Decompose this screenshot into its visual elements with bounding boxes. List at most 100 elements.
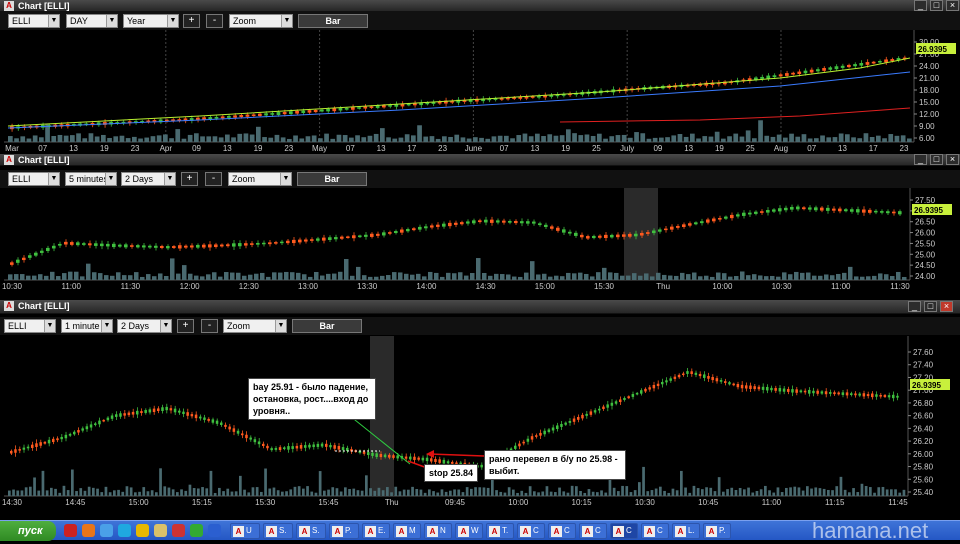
volume-bar: [187, 134, 193, 142]
start-button[interactable]: пуск: [0, 521, 56, 541]
interval-select[interactable]: DAY ▼: [66, 14, 118, 28]
volume-bar: [764, 485, 767, 496]
bar-button[interactable]: Bar: [298, 14, 368, 28]
mail-icon[interactable]: [172, 524, 185, 537]
zoom-in-button[interactable]: +: [183, 14, 200, 28]
media-icon[interactable]: [136, 524, 149, 537]
maximize-button[interactable]: □: [924, 301, 937, 312]
range-select[interactable]: Year ▼: [123, 14, 179, 28]
window-titlebar[interactable]: A Chart [ELLI] _ □ ×: [0, 300, 960, 314]
volume-bar: [164, 275, 169, 280]
taskbar-item[interactable]: A S.: [296, 523, 326, 539]
taskbar-item[interactable]: AM: [393, 523, 421, 539]
bar-button[interactable]: Bar: [292, 319, 362, 333]
minimize-button[interactable]: _: [908, 301, 921, 312]
taskbar-item[interactable]: A L.: [672, 523, 700, 539]
symbol-select[interactable]: ELLI ▼: [8, 14, 60, 28]
taskbar-item[interactable]: A S.: [263, 523, 293, 539]
candle-body: [182, 411, 185, 414]
candle-body: [757, 386, 761, 390]
taskbar-item[interactable]: AW: [455, 523, 483, 539]
last-price-label: 26.9395: [914, 206, 943, 215]
price-chart[interactable]: 27.6027.4027.2027.0026.8026.6026.4026.20…: [0, 336, 960, 520]
candle-body: [446, 461, 450, 464]
candle-body: [778, 388, 782, 392]
candle-body: [887, 395, 891, 398]
taskbar-item[interactable]: AC: [548, 523, 576, 539]
price-chart[interactable]: 30.0027.0024.0021.0018.0015.0012.009.006…: [0, 30, 960, 154]
taskbar-item[interactable]: AC: [517, 523, 545, 539]
opera-icon[interactable]: [64, 524, 77, 537]
minimize-button[interactable]: _: [914, 0, 927, 11]
volume-bar: [296, 272, 301, 280]
volume-bar: [650, 276, 655, 280]
range-select[interactable]: 2 Days ▼: [121, 172, 176, 186]
candle-body: [190, 414, 194, 417]
volume-bar: [293, 135, 298, 142]
volume-bar: [675, 490, 679, 496]
volume-bar: [302, 488, 305, 496]
volume-bar: [260, 272, 265, 280]
candle-body: [241, 433, 244, 436]
candle-body: [648, 387, 651, 390]
zoom-select[interactable]: Zoom ▼: [229, 14, 293, 28]
price-chart[interactable]: 27.5027.0026.5026.0025.5025.0024.5024.00…: [0, 188, 960, 298]
zoom-in-button[interactable]: +: [181, 172, 198, 186]
range-select[interactable]: 2 Days ▼: [117, 319, 172, 333]
taskbar-item[interactable]: AU: [230, 523, 260, 539]
candle-body: [820, 207, 824, 211]
volume-bar: [882, 138, 887, 142]
candle-body: [131, 411, 135, 415]
files-icon[interactable]: [154, 524, 167, 537]
zoom-out-button[interactable]: -: [205, 172, 222, 186]
firefox-icon[interactable]: [82, 524, 95, 537]
candle-body: [82, 243, 86, 245]
zoom-out-button[interactable]: -: [206, 14, 223, 28]
taskbar-item[interactable]: AC: [641, 523, 669, 539]
interval-select[interactable]: 5 minutes ▼: [65, 172, 117, 186]
taskbar-item[interactable]: AC: [579, 523, 607, 539]
volume-bar: [415, 488, 419, 496]
taskbar-item[interactable]: A P.: [329, 523, 359, 539]
skype-icon[interactable]: [118, 524, 131, 537]
interval-select[interactable]: 1 minute ▼: [61, 319, 113, 333]
volume-bar: [272, 272, 277, 280]
volume-bar: [460, 137, 466, 142]
x-tick-label: 10:00: [508, 498, 529, 507]
candle-body: [404, 456, 408, 459]
desktop-icon[interactable]: [208, 524, 221, 537]
maximize-button[interactable]: □: [930, 0, 943, 11]
window-titlebar[interactable]: A Chart [ELLI] _ □ ×: [0, 154, 960, 166]
taskbar-item[interactable]: AC: [610, 523, 638, 539]
volume-bar: [170, 258, 175, 280]
bar-button[interactable]: Bar: [297, 172, 367, 186]
app-green-icon[interactable]: [190, 524, 203, 537]
taskbar-item[interactable]: A P.: [703, 523, 731, 539]
maximize-button[interactable]: □: [930, 154, 943, 165]
symbol-select[interactable]: ELLI ▼: [4, 319, 56, 333]
zoom-in-button[interactable]: +: [177, 319, 194, 333]
close-button[interactable]: ×: [940, 301, 953, 312]
zoom-select[interactable]: Zoom ▼: [223, 319, 287, 333]
close-button[interactable]: ×: [946, 0, 959, 11]
close-button[interactable]: ×: [946, 154, 959, 165]
taskbar-item[interactable]: A T.: [486, 523, 514, 539]
candle-body: [106, 243, 110, 247]
candle-body: [562, 229, 566, 233]
candle-body: [76, 242, 80, 246]
taskbar-item[interactable]: A E.: [362, 523, 390, 539]
candle-body: [760, 76, 764, 79]
taskbar-item[interactable]: AN: [424, 523, 452, 539]
zoom-out-button[interactable]: -: [201, 319, 218, 333]
volume-bar: [230, 491, 234, 496]
symbol-select[interactable]: ELLI ▼: [8, 172, 60, 186]
volume-bar: [80, 276, 85, 280]
zoom-select[interactable]: Zoom ▼: [228, 172, 292, 186]
minimize-button[interactable]: _: [914, 154, 927, 165]
candle-body: [14, 449, 17, 453]
last-price-label: 26.9395: [918, 45, 947, 54]
window-titlebar[interactable]: A Chart [ELLI] _ □ ×: [0, 0, 960, 12]
ie-icon[interactable]: [100, 524, 113, 537]
volume-bar: [473, 137, 478, 142]
volume-bar: [612, 487, 616, 496]
